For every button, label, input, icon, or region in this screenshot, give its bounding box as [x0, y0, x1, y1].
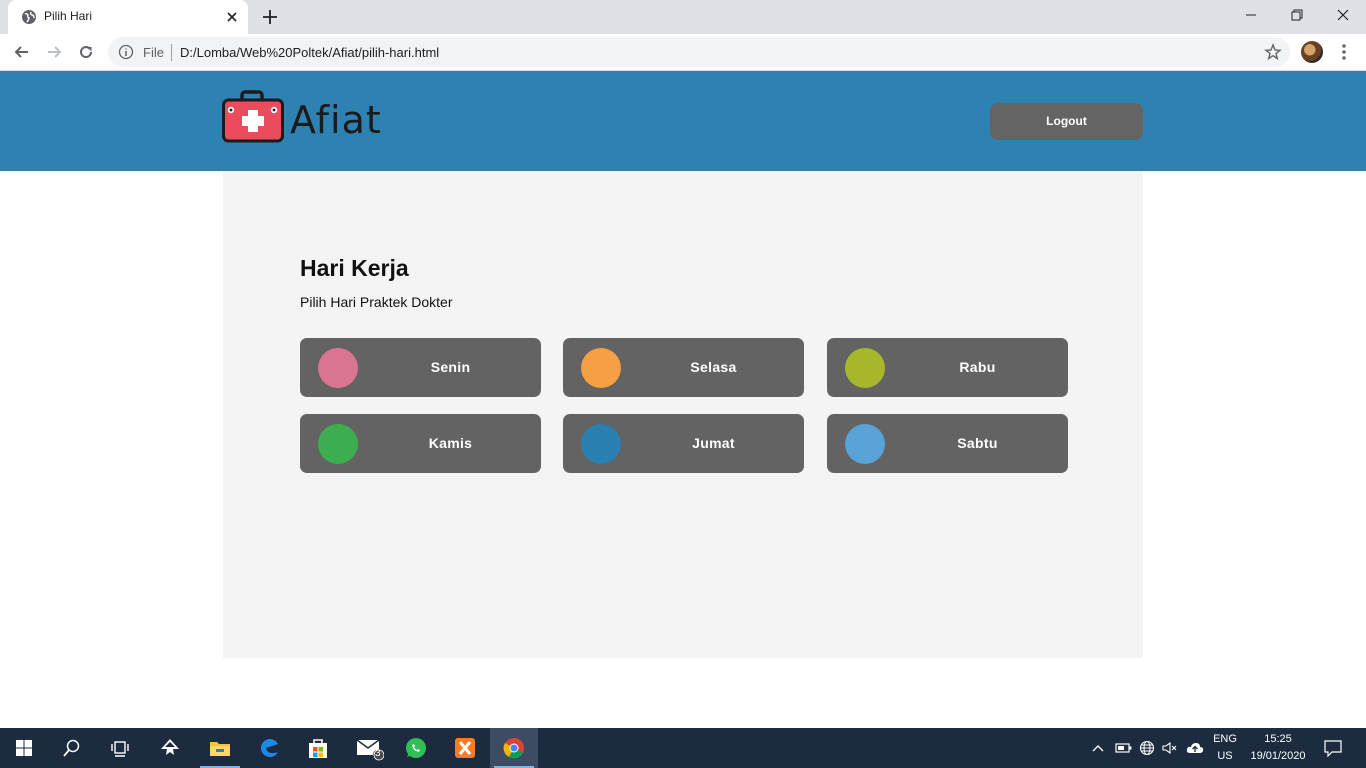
day-label: Selasa	[690, 359, 737, 375]
folder-icon	[210, 742, 230, 756]
close-tab-icon[interactable]	[224, 9, 240, 25]
medical-kit-icon	[222, 90, 284, 143]
show-hidden-icons-chevron-icon[interactable]	[1091, 741, 1105, 755]
url-scheme-label: File	[143, 45, 164, 60]
info-icon[interactable]	[118, 44, 134, 60]
taskbar-app-file-explorer[interactable]	[196, 728, 244, 768]
day-color-dot	[581, 348, 621, 388]
clock-time[interactable]: 15:25	[1246, 733, 1310, 745]
taskbar-search[interactable]	[48, 728, 96, 768]
globe-icon	[22, 10, 36, 24]
chrome-icon	[503, 738, 524, 759]
network-globe-icon[interactable]	[1139, 740, 1155, 756]
day-color-dot	[318, 348, 358, 388]
taskbar-app-inkscape[interactable]	[146, 728, 194, 768]
taskbar-app-xampp[interactable]	[441, 728, 489, 768]
taskbar-app-mail[interactable]: 3	[344, 728, 392, 768]
address-bar[interactable]: File D:/Lomba/Web%20Poltek/Afiat/pilih-h…	[108, 37, 1290, 67]
day-label: Rabu	[959, 359, 996, 375]
minimize-icon[interactable]	[1241, 6, 1261, 24]
store-icon	[309, 739, 327, 758]
back-arrow-icon[interactable]	[12, 42, 32, 62]
day-button-kamis[interactable]: Kamis	[300, 414, 541, 473]
day-label: Kamis	[428, 435, 473, 451]
edge-icon	[260, 739, 278, 757]
url-text[interactable]: D:/Lomba/Web%20Poltek/Afiat/pilih-hari.h…	[180, 45, 439, 60]
day-button-selasa[interactable]: Selasa	[563, 338, 804, 397]
day-color-dot	[581, 424, 621, 464]
battery-icon[interactable]	[1115, 741, 1133, 755]
logout-button[interactable]: Logout	[990, 103, 1143, 140]
forward-arrow-icon[interactable]	[44, 42, 64, 62]
main-panel: Hari Kerja Pilih Hari Praktek Dokter Sen…	[223, 171, 1143, 658]
day-button-jumat[interactable]: Jumat	[563, 414, 804, 473]
mail-badge-count: 3	[375, 748, 381, 759]
omnibox-divider	[171, 44, 172, 61]
close-window-icon[interactable]	[1333, 6, 1353, 24]
day-color-dot	[845, 348, 885, 388]
day-button-sabtu[interactable]: Sabtu	[827, 414, 1068, 473]
taskbar-app-chrome[interactable]	[490, 728, 538, 768]
day-button-rabu[interactable]: Rabu	[827, 338, 1068, 397]
day-color-dot	[845, 424, 885, 464]
browser-tab[interactable]: Pilih Hari	[8, 0, 248, 34]
whatsapp-icon	[406, 738, 426, 758]
inkscape-icon	[161, 739, 179, 755]
profile-avatar[interactable]	[1301, 41, 1323, 63]
day-label: Sabtu	[957, 435, 998, 451]
browser-toolbar: File D:/Lomba/Web%20Poltek/Afiat/pilih-h…	[0, 34, 1366, 71]
windows-taskbar: 3 ENG US 15:25 19/01/2020	[0, 728, 1366, 768]
windows-logo-icon	[16, 740, 32, 756]
speaker-muted-icon[interactable]	[1161, 740, 1179, 756]
task-view-icon	[111, 741, 129, 757]
restore-icon[interactable]	[1287, 6, 1307, 24]
menu-dots-icon[interactable]	[1336, 42, 1352, 62]
tab-title: Pilih Hari	[44, 9, 93, 23]
logo-text: Afiat	[290, 98, 382, 142]
start-button[interactable]	[0, 728, 48, 768]
site-logo[interactable]: Afiat	[222, 90, 397, 146]
day-label: Jumat	[692, 435, 735, 451]
day-color-dot	[318, 424, 358, 464]
day-label: Senin	[430, 359, 471, 375]
site-header: Afiat Logout	[0, 71, 1366, 171]
page-subtitle: Pilih Hari Praktek Dokter	[300, 294, 453, 310]
taskbar-app-edge[interactable]	[246, 728, 294, 768]
page-title: Hari Kerja	[300, 255, 409, 281]
action-center-icon[interactable]	[1323, 739, 1343, 757]
browser-tabstrip: Pilih Hari	[0, 0, 1366, 34]
clock-date[interactable]: 19/01/2020	[1246, 750, 1310, 762]
xampp-icon	[455, 738, 475, 758]
bookmark-star-icon[interactable]	[1264, 43, 1282, 61]
onedrive-cloud-icon[interactable]	[1185, 740, 1205, 756]
taskbar-app-store[interactable]	[294, 728, 342, 768]
reload-icon[interactable]	[76, 42, 96, 62]
language-indicator[interactable]: ENG	[1211, 733, 1239, 745]
taskbar-app-whatsapp[interactable]	[392, 728, 440, 768]
new-tab-icon[interactable]	[261, 8, 279, 26]
task-view-button[interactable]	[96, 728, 144, 768]
day-button-senin[interactable]: Senin	[300, 338, 541, 397]
keyboard-layout[interactable]: US	[1211, 750, 1239, 762]
search-icon	[63, 739, 80, 757]
